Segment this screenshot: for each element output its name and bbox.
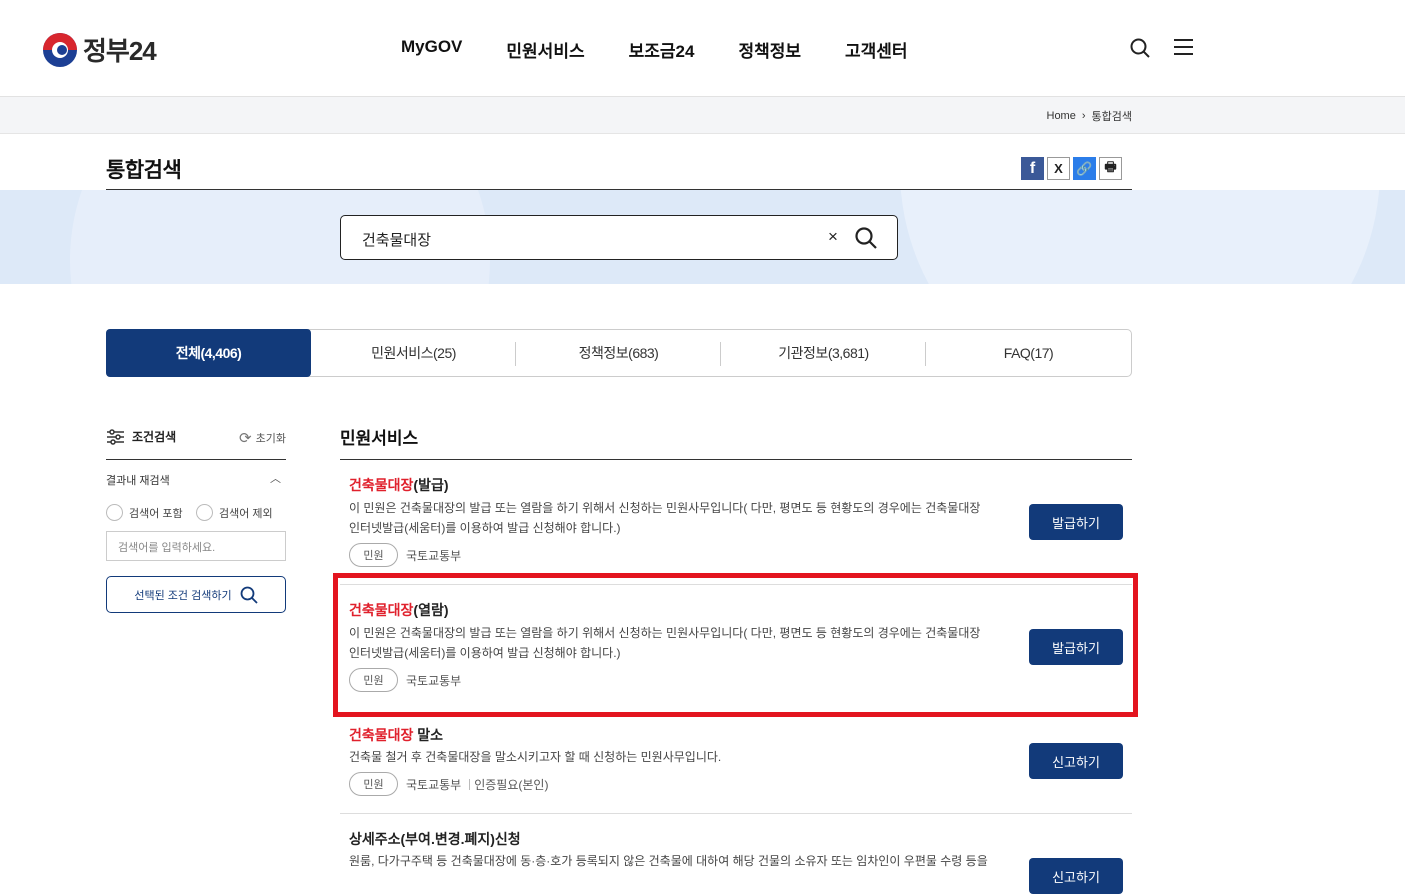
exclude-keyword-radio[interactable]: 검색어 제외: [196, 504, 273, 521]
radio-label: 검색어 제외: [219, 507, 273, 520]
logo-text: 정부24: [83, 36, 157, 66]
tab-agency[interactable]: 기관정보(3,681): [721, 330, 926, 376]
share-toolbar: f X 🔗 🖶: [1021, 157, 1122, 180]
apply-filter-button[interactable]: 선택된 조건 검색하기: [106, 576, 286, 613]
site-header: 정부24 MyGOV 민원서비스 보조금24 정책정보 고객센터: [0, 0, 1405, 97]
auth-required: 인증필요(본인): [474, 777, 549, 792]
search-input[interactable]: 건축물대장 ×: [340, 215, 898, 260]
list-item: 상세주소(부여.변경.폐지)신청 원룸, 다가구주택 등 건축물대장에 동·층·…: [340, 827, 1132, 894]
list-item: 건축물대장(발급) 이 민원은 건축물대장의 발급 또는 열람을 하기 위해서 …: [340, 473, 1132, 573]
refresh-icon: ⟳: [239, 430, 252, 447]
breadcrumb-home[interactable]: Home: [1047, 110, 1076, 122]
radio-circle[interactable]: [106, 504, 123, 521]
search-submit-icon[interactable]: [855, 227, 877, 249]
tab-label: 민원서비스(25): [371, 345, 456, 361]
item-description: 이 민원은 건축물대장의 발급 또는 열람을 하기 위해서 신청하는 민원사무입…: [349, 498, 1009, 538]
chevron-right-icon: ›: [1081, 110, 1086, 122]
item-meta: 민원 국토교통부 인증필요(본인): [349, 772, 548, 796]
report-button[interactable]: 신고하기: [1029, 743, 1123, 779]
breadcrumb-bar: Home › 통합검색: [0, 97, 1405, 134]
report-button[interactable]: 신고하기: [1029, 858, 1123, 894]
agency-name: 국토교통부: [406, 777, 462, 792]
filter-title: 조건검색: [132, 430, 177, 444]
list-item: 건축물대장 말소 건축물 철거 후 건축물대장을 말소시키고자 할 때 신청하는…: [340, 723, 1132, 803]
title-highlight: 건축물대장: [349, 727, 414, 743]
item-title[interactable]: 상세주소(부여.변경.폐지)신청: [349, 829, 521, 849]
print-icon[interactable]: 🖶: [1099, 157, 1122, 180]
nav-item-support[interactable]: 고객센터: [845, 37, 908, 62]
hamburger-menu-icon[interactable]: [1174, 39, 1193, 56]
nav-item-civil-service[interactable]: 민원서비스: [506, 37, 584, 62]
desc-line: 인터넷발급(세움터)를 이용하여 발급 신청해야 합니다.): [349, 521, 621, 535]
title-rest: 말소: [413, 727, 444, 743]
title-divider: [106, 189, 1132, 190]
meta-separator: [469, 778, 471, 790]
apply-filter-label: 선택된 조건 검색하기: [134, 589, 232, 602]
section-divider: [340, 459, 1132, 460]
item-description: 원룸, 다가구주택 등 건축물대장에 동·층·호가 등록되지 않은 건축물에 대…: [349, 851, 1019, 871]
tab-label: 기관정보(3,681): [778, 345, 869, 361]
re-search-label: 결과내 재검색: [106, 475, 170, 487]
main-nav: MyGOV 민원서비스 보조금24 정책정보 고객센터: [401, 37, 952, 62]
reset-button[interactable]: ⟳ 초기화: [239, 429, 286, 447]
site-logo[interactable]: 정부24: [43, 31, 157, 68]
item-description: 건축물 철거 후 건축물대장을 말소시키고자 할 때 신청하는 민원사무입니다.: [349, 747, 1009, 767]
radio-circle[interactable]: [196, 504, 213, 521]
title-highlight: 건축물대장: [349, 477, 414, 493]
item-title[interactable]: 건축물대장 말소: [349, 725, 443, 745]
page-title: 통합검색: [106, 159, 182, 182]
category-badge: 민원: [349, 772, 398, 796]
breadcrumb-current: 통합검색: [1091, 111, 1132, 123]
selection-highlight-box: [333, 573, 1138, 717]
nav-item-subsidy[interactable]: 보조금24: [629, 37, 695, 62]
include-keyword-radio[interactable]: 검색어 포함: [106, 504, 183, 521]
result-tabs: 전체(4,406) 민원서비스(25) 정책정보(683) 기관정보(3,681…: [106, 329, 1132, 377]
section-title: 민원서비스: [340, 429, 419, 448]
search-icon: [240, 586, 258, 604]
reset-label: 초기화: [255, 433, 286, 445]
chevron-up-icon[interactable]: ︿: [270, 470, 281, 486]
search-icon[interactable]: [1130, 38, 1150, 58]
radio-label: 검색어 포함: [129, 507, 183, 520]
link-icon[interactable]: 🔗: [1073, 157, 1096, 180]
nav-item-mygov[interactable]: MyGOV: [401, 37, 462, 62]
filter-sliders-icon: [107, 428, 124, 445]
breadcrumb: Home › 통합검색: [1047, 108, 1133, 124]
clear-icon[interactable]: ×: [828, 227, 838, 247]
tab-policy[interactable]: 정책정보(683): [516, 330, 721, 376]
tab-civil-service[interactable]: 민원서비스(25): [311, 330, 516, 376]
search-value[interactable]: 건축물대장: [362, 229, 431, 250]
item-meta: 민원 국토교통부: [349, 543, 461, 567]
keyword-input[interactable]: 검색어를 입력하세요.: [106, 531, 286, 561]
desc-line: 건축물 철거 후 건축물대장을 말소시키고자 할 때 신청하는 민원사무입니다.: [349, 750, 722, 764]
item-title[interactable]: 건축물대장(발급): [349, 475, 449, 495]
item-divider: [340, 813, 1132, 814]
x-icon[interactable]: X: [1047, 157, 1070, 180]
government-emblem-icon: [43, 32, 77, 67]
category-badge: 민원: [349, 543, 398, 567]
tab-all[interactable]: 전체(4,406): [106, 329, 311, 377]
nav-item-policy[interactable]: 정책정보: [738, 37, 801, 62]
desc-line: 원룸, 다가구주택 등 건축물대장에 동·층·호가 등록되지 않은 건축물에 대…: [349, 854, 988, 868]
agency-name: 국토교통부: [406, 548, 462, 563]
desc-line: 이 민원은 건축물대장의 발급 또는 열람을 하기 위해서 신청하는 민원사무입…: [349, 501, 981, 515]
issue-button[interactable]: 발급하기: [1029, 504, 1123, 540]
filter-header: 조건검색 ⟳ 초기화: [106, 428, 286, 460]
facebook-icon[interactable]: f: [1021, 157, 1044, 180]
title-rest: (발급): [413, 477, 449, 493]
tab-label: 정책정보(683): [578, 345, 659, 361]
tab-faq[interactable]: FAQ(17): [926, 330, 1131, 376]
